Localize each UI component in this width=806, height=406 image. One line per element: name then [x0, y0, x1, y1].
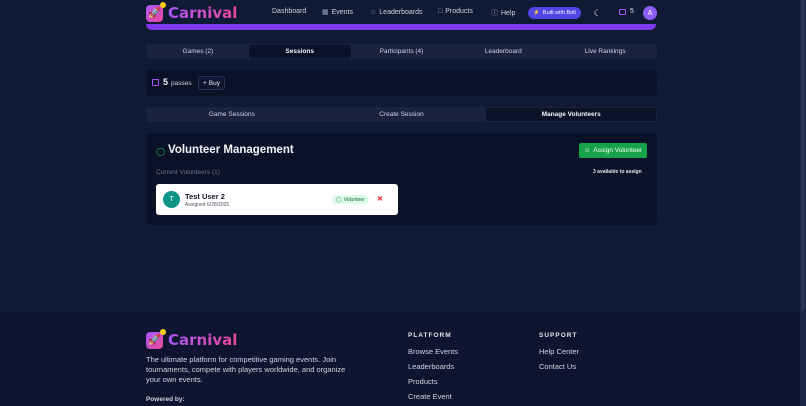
session-tabs: Game Sessions Create Session Manage Volu…	[146, 107, 657, 122]
tab-live-rankings[interactable]: Live Rankings	[554, 45, 656, 58]
avatar[interactable]: A	[643, 6, 657, 20]
brand-logo[interactable]: 🚀 Carnival	[146, 1, 238, 22]
nav-products[interactable]: □ Products	[438, 8, 473, 15]
nav-help[interactable]: ⓘ Help	[491, 8, 515, 18]
bag-icon: □	[438, 8, 443, 15]
moon-icon[interactable]: ☾	[592, 8, 603, 19]
tab-games[interactable]: Games (2)	[147, 45, 249, 58]
nav-leaderboards[interactable]: ☆ Leaderboards	[370, 8, 423, 17]
shield-icon: ◯	[336, 196, 342, 203]
brand-name: Carnival	[168, 331, 238, 349]
avatar: T	[163, 191, 180, 208]
help-circle-icon: ⓘ	[491, 10, 498, 17]
header-accent-bar	[146, 24, 656, 30]
section-title: Volunteer Management	[168, 144, 294, 156]
volunteer-management-card: ◯ Volunteer Management ☺ Assign Volunteer…	[146, 133, 657, 225]
top-header: 🚀 Carnival Dashboard ▦ Events ☆ Leaderboar…	[0, 0, 800, 27]
status-badge: ◯ Volunteer	[332, 195, 369, 204]
available-count: 3 available to assign	[593, 169, 642, 175]
tab-create-session[interactable]: Create Session	[317, 108, 487, 121]
nav-label: Help	[501, 9, 516, 17]
powered-by: Powered by:	[146, 396, 185, 403]
assign-volunteer-button[interactable]: ☺ Assign Volunteer	[579, 143, 647, 158]
footer-link-products[interactable]: Products	[408, 377, 438, 386]
platform-heading: PLATFORM	[408, 332, 452, 339]
current-volunteers-label: Current Volunteers (1)	[156, 169, 220, 176]
nav-dashboard[interactable]: Dashboard	[272, 8, 306, 15]
assign-label: Assign Volunteer	[593, 147, 643, 154]
plus-icon: +	[203, 79, 207, 87]
tab-sessions[interactable]: Sessions	[248, 45, 351, 58]
bolt-badge-label: Built with Bolt	[542, 10, 576, 16]
role-label: Volunteer	[343, 196, 365, 203]
calendar-icon: ▦	[322, 9, 329, 16]
ticket-icon	[152, 79, 159, 86]
volunteer-name: Test User 2	[185, 192, 225, 201]
rocket-icon: 🚀	[146, 1, 166, 22]
passes-count: 5	[163, 77, 169, 87]
nav-label: Events	[331, 8, 354, 16]
pass-count-value: 5	[630, 8, 634, 15]
rocket-icon: 🚀	[146, 328, 166, 349]
app-main: 🚀 Carnival Dashboard ▦ Events ☆ Leaderboar…	[0, 0, 800, 311]
footer-link-create-event[interactable]: Create Event	[408, 392, 452, 401]
nav-label: Dashboard	[272, 8, 307, 15]
footer-logo[interactable]: 🚀 Carnival	[146, 328, 238, 349]
footer-link-help-center[interactable]: Help Center	[539, 347, 579, 356]
assigned-date: Assigned 6/28/2025	[185, 202, 230, 208]
footer-description: The ultimate platform for competitive ga…	[146, 355, 346, 384]
ticket-icon	[619, 8, 626, 15]
nav-events[interactable]: ▦ Events	[322, 8, 354, 17]
passes-label: passes	[171, 80, 192, 87]
nav-label: Products	[445, 8, 473, 15]
footer-link-leaderboards[interactable]: Leaderboards	[408, 362, 454, 371]
user-remove-icon[interactable]: ✖	[377, 195, 383, 203]
list-item: T Test User 2 Assigned 6/28/2025 ◯ Volunt…	[156, 184, 398, 215]
tab-participants[interactable]: Participants (4)	[351, 45, 453, 58]
tab-leaderboard[interactable]: Leaderboard	[452, 45, 554, 58]
bolt-badge[interactable]: ⚡ Built with Bolt	[528, 7, 581, 19]
user-plus-icon: ☺	[583, 147, 591, 154]
nav-label: Leaderboards	[379, 8, 423, 16]
lightning-icon: ⚡	[533, 10, 540, 16]
buy-label: Buy	[208, 79, 220, 87]
pass-count[interactable]: 5	[619, 8, 634, 15]
brand-name: Carnival	[168, 4, 238, 22]
footer: 🚀 Carnival The ultimate platform for com…	[0, 311, 800, 406]
footer-link-contact-us[interactable]: Contact Us	[539, 362, 576, 371]
passes-card: 5 passes + Buy	[146, 70, 657, 96]
tab-game-sessions[interactable]: Game Sessions	[147, 108, 317, 121]
buy-button[interactable]: + Buy	[198, 76, 225, 90]
tab-manage-volunteers[interactable]: Manage Volunteers	[486, 108, 657, 121]
event-tabs: Games (2) Sessions Participants (4) Lead…	[146, 44, 657, 59]
shield-icon: ◯	[156, 147, 165, 156]
trophy-icon: ☆	[370, 9, 377, 16]
scrollbar-thumb[interactable]	[801, 0, 805, 311]
support-heading: SUPPORT	[539, 332, 578, 339]
footer-link-browse-events[interactable]: Browse Events	[408, 347, 458, 356]
